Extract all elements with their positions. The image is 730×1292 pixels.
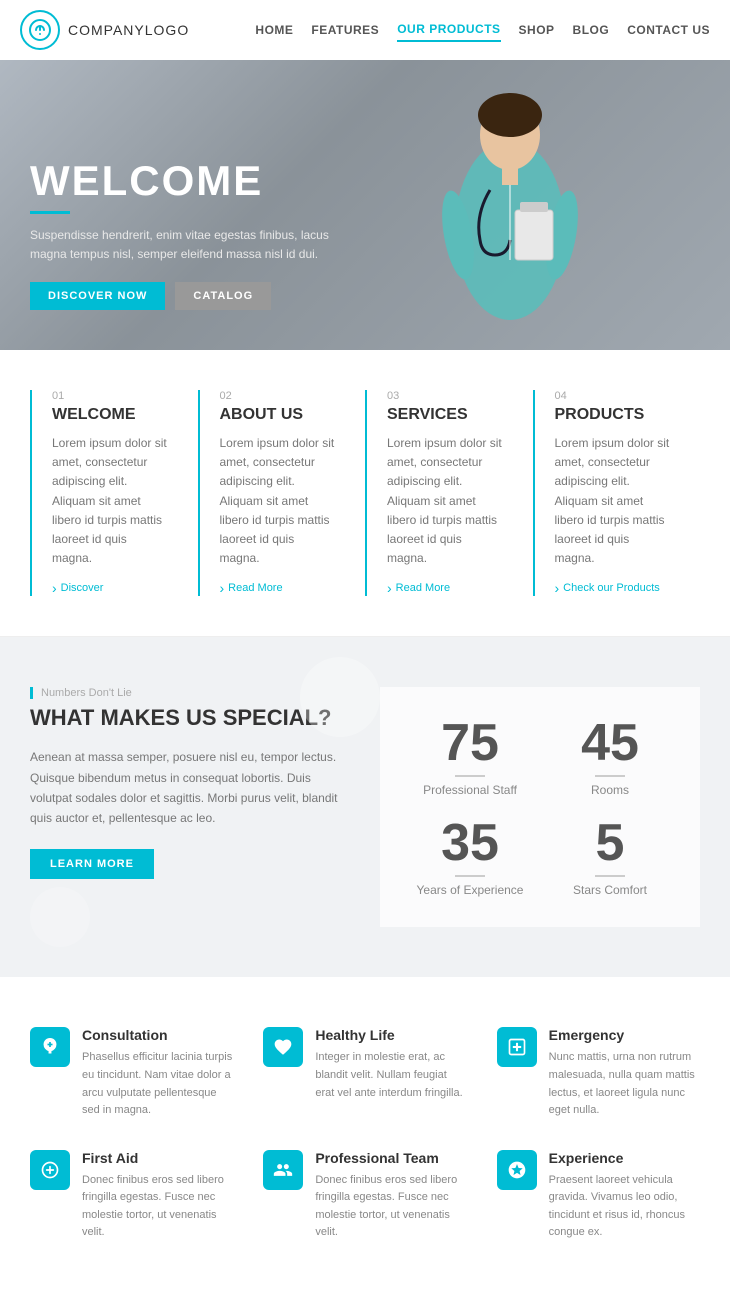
logo-text: COMPANYLOGO — [68, 22, 189, 38]
stats-label: Numbers Don't Lie — [30, 687, 350, 699]
stats-title: WHAT MAKES US SPECIAL? — [30, 705, 350, 731]
stat-experience: 35 Years of Experience — [410, 817, 530, 897]
stat-rooms-number: 45 — [550, 717, 670, 769]
feature-title-2: ABOUT US — [220, 406, 336, 424]
stat-staff-number: 75 — [410, 717, 530, 769]
nav-contact[interactable]: CONTACT US — [627, 19, 710, 41]
feature-link-2[interactable]: Read More — [220, 580, 336, 596]
catalog-button[interactable]: CATALOG — [175, 282, 271, 310]
logo-icon — [20, 10, 60, 50]
emergency-content: Emergency Nunc mattis, urna non rutrum m… — [549, 1027, 700, 1119]
stat-comfort-label: Stars Comfort — [550, 883, 670, 897]
professional-team-icon — [263, 1150, 303, 1190]
stat-rooms-label: Rooms — [550, 783, 670, 797]
emergency-icon — [497, 1027, 537, 1067]
first-aid-title: First Aid — [82, 1150, 233, 1166]
feature-title-3: SERVICES — [387, 406, 503, 424]
services-grid: Consultation Phasellus efficitur lacinia… — [30, 1027, 700, 1242]
nav-features[interactable]: FEATURES — [311, 19, 379, 41]
learn-more-button[interactable]: LEARN MORE — [30, 849, 154, 879]
feature-num-3: 03 — [387, 390, 503, 402]
feature-title-1: WELCOME — [52, 406, 168, 424]
service-first-aid: First Aid Donec finibus eros sed libero … — [30, 1150, 233, 1242]
stats-right: 75 Professional Staff 45 Rooms 35 Years … — [380, 687, 700, 927]
stat-comfort: 5 Stars Comfort — [550, 817, 670, 897]
healthy-life-icon — [263, 1027, 303, 1067]
feature-link-4[interactable]: Check our Products — [555, 580, 671, 596]
first-aid-icon — [30, 1150, 70, 1190]
nav-blog[interactable]: BLOG — [573, 19, 610, 41]
stats-text: Aenean at massa semper, posuere nisl eu,… — [30, 747, 350, 829]
experience-text: Praesent laoreet vehicula gravida. Vivam… — [549, 1172, 700, 1242]
experience-title: Experience — [549, 1150, 700, 1166]
service-consultation: Consultation Phasellus efficitur lacinia… — [30, 1027, 233, 1119]
hero-description: Suspendisse hendrerit, enim vitae egesta… — [30, 226, 350, 264]
consultation-title: Consultation — [82, 1027, 233, 1043]
stat-comfort-number: 5 — [550, 817, 670, 869]
stat-experience-number: 35 — [410, 817, 530, 869]
nav-our-products[interactable]: OUR PRODUCTS — [397, 18, 500, 42]
nav-shop[interactable]: SHOP — [519, 19, 555, 41]
service-experience: Experience Praesent laoreet vehicula gra… — [497, 1150, 700, 1242]
hero-buttons: DISCOVER NOW CATALOG — [30, 282, 700, 310]
feature-num-2: 02 — [220, 390, 336, 402]
stat-divider-3 — [455, 875, 485, 877]
feature-services: 03 SERVICES Lorem ipsum dolor sit amet, … — [365, 390, 523, 596]
stat-rooms: 45 Rooms — [550, 717, 670, 797]
hero-title: WELCOME — [30, 157, 700, 205]
stat-experience-label: Years of Experience — [410, 883, 530, 897]
emergency-title: Emergency — [549, 1027, 700, 1043]
stat-divider-4 — [595, 875, 625, 877]
feature-text-4: Lorem ipsum dolor sit amet, consectetur … — [555, 434, 671, 568]
first-aid-text: Donec finibus eros sed libero fringilla … — [82, 1172, 233, 1242]
feature-title-4: PRODUCTS — [555, 406, 671, 424]
logo-area: COMPANYLOGO — [20, 10, 189, 50]
features-section: 01 WELCOME Lorem ipsum dolor sit amet, c… — [0, 350, 730, 637]
experience-content: Experience Praesent laoreet vehicula gra… — [549, 1150, 700, 1242]
feature-about: 02 ABOUT US Lorem ipsum dolor sit amet, … — [198, 390, 356, 596]
consultation-content: Consultation Phasellus efficitur lacinia… — [82, 1027, 233, 1119]
feature-text-3: Lorem ipsum dolor sit amet, consectetur … — [387, 434, 503, 568]
feature-welcome: 01 WELCOME Lorem ipsum dolor sit amet, c… — [30, 390, 188, 596]
healthy-life-content: Healthy Life Integer in molestie erat, a… — [315, 1027, 466, 1102]
stats-section: Numbers Don't Lie WHAT MAKES US SPECIAL?… — [0, 637, 730, 977]
hero-section: WELCOME Suspendisse hendrerit, enim vita… — [0, 60, 730, 350]
professional-team-text: Donec finibus eros sed libero fringilla … — [315, 1172, 466, 1242]
stat-staff-label: Professional Staff — [410, 783, 530, 797]
feature-products: 04 PRODUCTS Lorem ipsum dolor sit amet, … — [533, 390, 691, 596]
healthy-life-text: Integer in molestie erat, ac blandit vel… — [315, 1049, 466, 1102]
professional-team-title: Professional Team — [315, 1150, 466, 1166]
feature-text-2: Lorem ipsum dolor sit amet, consectetur … — [220, 434, 336, 568]
service-healthy-life: Healthy Life Integer in molestie erat, a… — [263, 1027, 466, 1119]
professional-team-content: Professional Team Donec finibus eros sed… — [315, 1150, 466, 1242]
experience-icon — [497, 1150, 537, 1190]
hero-content: WELCOME Suspendisse hendrerit, enim vita… — [30, 157, 700, 310]
stat-divider-2 — [595, 775, 625, 777]
feature-link-1[interactable]: Discover — [52, 580, 168, 596]
feature-num-1: 01 — [52, 390, 168, 402]
header: COMPANYLOGO HOME FEATURES OUR PRODUCTS S… — [0, 0, 730, 60]
service-professional-team: Professional Team Donec finibus eros sed… — [263, 1150, 466, 1242]
healthy-life-title: Healthy Life — [315, 1027, 466, 1043]
stats-left: Numbers Don't Lie WHAT MAKES US SPECIAL?… — [30, 687, 380, 927]
stat-divider-1 — [455, 775, 485, 777]
hero-divider — [30, 211, 70, 214]
feature-link-3[interactable]: Read More — [387, 580, 503, 596]
nav-home[interactable]: HOME — [255, 19, 293, 41]
stat-staff: 75 Professional Staff — [410, 717, 530, 797]
consultation-icon — [30, 1027, 70, 1067]
first-aid-content: First Aid Donec finibus eros sed libero … — [82, 1150, 233, 1242]
service-emergency: Emergency Nunc mattis, urna non rutrum m… — [497, 1027, 700, 1119]
feature-num-4: 04 — [555, 390, 671, 402]
feature-text-1: Lorem ipsum dolor sit amet, consectetur … — [52, 434, 168, 568]
services-section: Consultation Phasellus efficitur lacinia… — [0, 977, 730, 1292]
main-nav: HOME FEATURES OUR PRODUCTS SHOP BLOG CON… — [255, 18, 710, 42]
discover-now-button[interactable]: DISCOVER NOW — [30, 282, 165, 310]
